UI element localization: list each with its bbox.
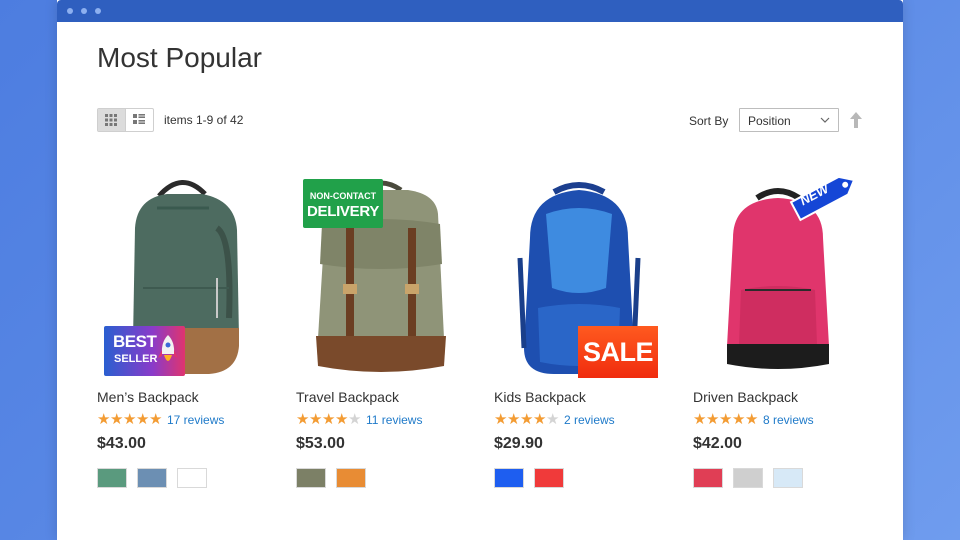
product-price: $29.90 (494, 435, 543, 452)
star-icon: ★ (322, 411, 336, 428)
swatch-red[interactable] (534, 468, 564, 488)
product-price: $53.00 (296, 435, 345, 452)
list-view-button[interactable] (126, 109, 153, 131)
rocket-icon (158, 335, 178, 361)
star-icon: ★ (507, 411, 521, 428)
star-icon: ★ (335, 411, 349, 428)
product-image[interactable]: NON-CONTACT DELIVERY (296, 168, 466, 378)
product-item: BEST SELLER Men’s Backpack ★ ★ ★ ★ ★ 17 … (97, 168, 267, 488)
product-image[interactable]: NEW (693, 168, 863, 378)
color-swatches (296, 468, 376, 488)
product-item: NEW Driven Backpack ★ ★ ★ ★ ★ 8 reviews … (693, 168, 863, 488)
swatch-gray[interactable] (733, 468, 763, 488)
reviews-link[interactable]: 8 reviews (763, 413, 814, 427)
product-rating: ★ ★ ★ ★ ★ 2 reviews (494, 412, 615, 428)
browser-window: Most Popular items 1-9 of 42 Sort By Pos… (57, 0, 903, 540)
product-price: $42.00 (693, 435, 742, 452)
product-rating: ★ ★ ★ ★ ★ 11 reviews (296, 412, 422, 428)
swatch-light-blue[interactable] (773, 468, 803, 488)
star-icon: ★ (494, 411, 508, 428)
star-icon: ★ (732, 411, 746, 428)
swatch-orange[interactable] (336, 468, 366, 488)
badge-line2: SELLER (114, 353, 158, 365)
rating-stars: ★ ★ ★ ★ ★ (494, 412, 559, 428)
window-dot-icon (67, 8, 73, 14)
star-empty-icon: ★ (546, 411, 560, 428)
rating-stars: ★ ★ ★ ★ ★ (97, 412, 162, 428)
swatch-white[interactable] (177, 468, 207, 488)
grid-view-button[interactable] (98, 109, 126, 131)
rating-stars: ★ ★ ★ ★ ★ (693, 412, 758, 428)
swatch-green[interactable] (97, 468, 127, 488)
product-price: $43.00 (97, 435, 146, 452)
product-name[interactable]: Travel Backpack (296, 389, 399, 405)
list-icon (133, 114, 146, 124)
sale-badge: SALE (578, 326, 658, 378)
window-titlebar (57, 0, 903, 22)
product-item: SALE Kids Backpack ★ ★ ★ ★ ★ 2 reviews $… (494, 168, 664, 488)
color-swatches (693, 468, 813, 488)
star-icon: ★ (136, 411, 150, 428)
window-dot-icon (95, 8, 101, 14)
product-rating: ★ ★ ★ ★ ★ 17 reviews (97, 412, 224, 428)
view-mode-toggle (97, 108, 154, 132)
sort-by-label: Sort By (689, 114, 729, 128)
chevron-down-icon (820, 117, 830, 123)
color-swatches (494, 468, 574, 488)
swatch-blue[interactable] (494, 468, 524, 488)
star-empty-icon: ★ (348, 411, 362, 428)
color-swatches (97, 468, 217, 488)
product-item: NON-CONTACT DELIVERY Travel Backpack ★ ★… (296, 168, 466, 488)
reviews-link[interactable]: 2 reviews (564, 413, 615, 427)
star-icon: ★ (520, 411, 534, 428)
swatch-red[interactable] (693, 468, 723, 488)
non-contact-delivery-badge: NON-CONTACT DELIVERY (303, 179, 383, 228)
product-name[interactable]: Driven Backpack (693, 389, 798, 405)
swatch-olive[interactable] (296, 468, 326, 488)
page-title: Most Popular (97, 42, 262, 73)
badge-text: SALE (582, 337, 654, 367)
star-icon: ★ (110, 411, 124, 428)
sort-direction-arrow-up-icon[interactable] (849, 111, 863, 129)
star-icon: ★ (745, 411, 759, 428)
product-image[interactable]: SALE (494, 168, 664, 378)
badge-line1: NON-CONTACT (309, 191, 377, 201)
star-icon: ★ (309, 411, 323, 428)
product-image[interactable]: BEST SELLER (97, 168, 267, 378)
rating-stars: ★ ★ ★ ★ ★ (296, 412, 361, 428)
star-icon: ★ (296, 411, 310, 428)
grid-icon (105, 114, 118, 126)
product-name[interactable]: Men’s Backpack (97, 389, 199, 405)
toolbar-items-count: items 1-9 of 42 (164, 113, 244, 127)
reviews-link[interactable]: 11 reviews (366, 413, 422, 427)
product-name[interactable]: Kids Backpack (494, 389, 586, 405)
product-rating: ★ ★ ★ ★ ★ 8 reviews (693, 412, 814, 428)
star-icon: ★ (97, 411, 111, 428)
window-dot-icon (81, 8, 87, 14)
sort-by-value: Position (748, 114, 791, 128)
best-seller-badge: BEST SELLER (104, 326, 185, 376)
swatch-blue[interactable] (137, 468, 167, 488)
star-icon: ★ (533, 411, 547, 428)
sort-by-select[interactable]: Position (739, 108, 839, 132)
star-icon: ★ (693, 411, 707, 428)
star-icon: ★ (719, 411, 733, 428)
badge-line2: DELIVERY (306, 203, 380, 220)
badge-line1: BEST (113, 332, 157, 351)
star-icon: ★ (149, 411, 163, 428)
star-icon: ★ (706, 411, 720, 428)
reviews-link[interactable]: 17 reviews (167, 413, 224, 427)
star-icon: ★ (123, 411, 137, 428)
